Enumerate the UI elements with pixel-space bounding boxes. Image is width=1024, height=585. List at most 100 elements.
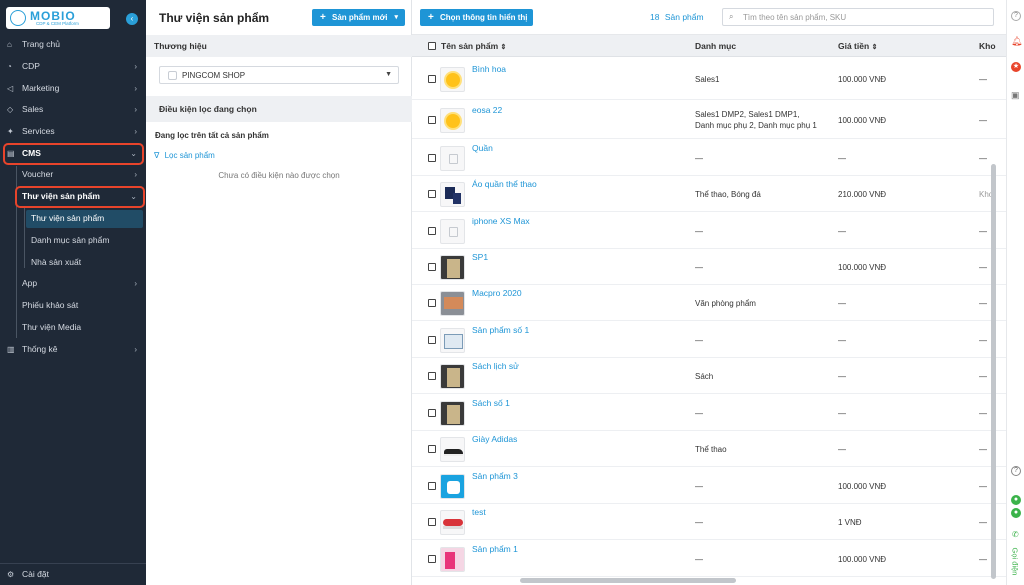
row-checkbox[interactable] — [428, 372, 436, 380]
product-name-link[interactable]: Sản phẩm 3 — [472, 471, 518, 481]
sidebar-item-label: Voucher — [22, 169, 54, 179]
product-price: — — [838, 445, 846, 454]
sort-icon: ⇕ — [871, 44, 878, 51]
product-category: — — [695, 408, 703, 418]
choose-display-info-button[interactable]: + Chọn thông tin hiển thị — [420, 9, 533, 26]
gift-icon[interactable]: ▣ — [1011, 90, 1020, 101]
row-checkbox[interactable] — [428, 408, 436, 417]
row-checkbox[interactable] — [428, 299, 436, 307]
product-name-link[interactable]: Giày Adidas — [472, 434, 517, 444]
sidebar-item-sales[interactable]: ◇ Sales › — [0, 99, 146, 120]
sidebar-item-thu-vien-media[interactable]: Thư viện Media — [0, 317, 146, 338]
sidebar-item-thu-vien-san-pham[interactable]: Thư viện sản phẩm ⌄ — [0, 186, 146, 207]
table-row[interactable]: Áo quần thể thao Thể thao, Bóng đá 210.000… — [412, 176, 1006, 212]
sidebar-item-danh-muc-san-pham[interactable]: Danh mục sản phẩm — [0, 230, 146, 251]
product-name-link[interactable]: Sách lịch sử — [472, 361, 519, 371]
product-category: — — [695, 335, 703, 345]
sidebar-item-stats[interactable]: ▥ Thống kê › — [0, 339, 146, 360]
chevron-right-icon: › — [134, 105, 137, 114]
table-row[interactable]: Sản phẩm 3 — 100.000 VNĐ — — [412, 467, 1006, 504]
product-thumbnail — [440, 510, 465, 535]
table-row[interactable]: Sản phẩm 1 — 100.000 VNĐ — — [412, 540, 1006, 577]
message-icon[interactable]: ● — [1011, 508, 1021, 518]
product-name-link[interactable]: Quần — [472, 143, 493, 153]
sidebar-item-cdp[interactable]: ◔ CDP › — [0, 56, 146, 77]
row-checkbox[interactable] — [428, 518, 436, 526]
product-name-link[interactable]: SP1 — [472, 252, 488, 262]
tag-icon: ◇ — [7, 105, 14, 114]
product-name-link[interactable]: test — [472, 507, 486, 517]
empty-conditions-text: Chưa có điều kiện nào được chọn — [218, 171, 340, 180]
sidebar-item-settings[interactable]: ⚙ Cài đặt — [0, 564, 146, 585]
product-count-number: 18 — [650, 12, 660, 22]
sidebar-item-voucher[interactable]: Voucher › — [0, 164, 146, 185]
horizontal-scrollbar[interactable] — [520, 578, 736, 583]
star-icon[interactable]: ★ — [1011, 62, 1021, 72]
table-row[interactable]: eosa 22 Sales1 DMP2, Sales1 DMP1, Danh mụ… — [412, 100, 1006, 139]
product-name-link[interactable]: iphone XS Max — [472, 216, 530, 226]
product-thumbnail — [440, 364, 465, 389]
table-row[interactable]: Bình hoa Sales1 100.000 VNĐ — — [412, 57, 1006, 100]
table-row[interactable]: test — 1 VNĐ — — [412, 504, 1006, 540]
product-name-link[interactable]: Sản phẩm số 1 — [472, 325, 529, 335]
product-name-link[interactable]: Sách số 1 — [472, 398, 510, 408]
row-checkbox[interactable] — [428, 74, 436, 83]
table-row[interactable]: Quần — — — — [412, 139, 1006, 176]
caret-down-icon: ▼ — [385, 71, 392, 78]
sidebar-item-app[interactable]: App › — [0, 273, 146, 294]
product-category: — — [695, 481, 703, 491]
chat-icon[interactable]: ● — [1011, 495, 1021, 505]
plus-icon: + — [320, 12, 326, 23]
row-checkbox[interactable] — [428, 190, 436, 198]
table-row[interactable]: Sách số 1 — — — — [412, 394, 1006, 431]
table-row[interactable]: Giày Adidas Thể thao — — — [412, 431, 1006, 467]
row-checkbox[interactable] — [428, 226, 436, 235]
brand-heading: Thương hiệu — [154, 41, 207, 51]
row-checkbox[interactable] — [428, 115, 436, 124]
table-row[interactable]: Sách lịch sử Sách — — — [412, 358, 1006, 394]
product-thumbnail — [440, 145, 465, 171]
row-checkbox[interactable] — [428, 481, 436, 490]
search-input[interactable]: ⌕ Tìm theo tên sản phẩm, SKU — [722, 8, 994, 26]
brand-select[interactable]: PINGCOM SHOP ▼ — [159, 66, 399, 84]
collapse-sidebar-button[interactable]: ‹ — [126, 13, 138, 25]
select-all-checkbox[interactable] — [428, 42, 436, 50]
row-checkbox[interactable] — [428, 445, 436, 453]
sidebar-item-label: Services — [22, 126, 55, 136]
table-row[interactable]: Macpro 2020 Văn phòng phẩm — — — [412, 285, 1006, 321]
bell-icon[interactable]: 🔔︎ — [1011, 36, 1022, 47]
sidebar-item-phieu-khao-sat[interactable]: Phiếu khảo sát — [0, 295, 146, 316]
product-category: Sales1 DMP2, Sales1 DMP1, Danh mục phụ 2… — [695, 109, 817, 130]
mobio-logo[interactable]: MOBIO CDP & CEM Platform — [6, 7, 110, 29]
sidebar-item-nha-san-xuat[interactable]: Nhà sản xuất — [0, 252, 146, 273]
filter-products-link[interactable]: ∇ Lọc sản phẩm — [154, 151, 215, 160]
sidebar-bottom: ⚙ Cài đặt — [0, 563, 146, 585]
table-row[interactable]: Sản phẩm số 1 — — — — [412, 321, 1006, 358]
call-button[interactable]: ✆ Gọi điện — [1009, 530, 1023, 585]
chevron-right-icon: › — [134, 170, 137, 179]
product-name-link[interactable]: Bình hoa — [472, 64, 506, 74]
table-row[interactable]: SP1 — 100.000 VNĐ — — [412, 249, 1006, 285]
sidebar-item-label: Thống kê — [22, 344, 58, 354]
question-icon[interactable]: ? — [1011, 466, 1021, 476]
row-checkbox[interactable] — [428, 263, 436, 271]
row-checkbox[interactable] — [428, 153, 436, 162]
row-checkbox[interactable] — [428, 554, 436, 563]
sidebar-item-thu-vien-san-pham-active[interactable]: Thư viện sản phẩm — [0, 208, 146, 229]
product-name-link[interactable]: Áo quần thể thao — [472, 179, 537, 189]
column-header-price[interactable]: Giá tiền ⇕ — [838, 41, 877, 51]
column-header-name[interactable]: Tên sản phẩm ⇕ — [441, 41, 506, 51]
help-icon[interactable]: ? — [1011, 11, 1021, 21]
sidebar-item-services[interactable]: ✦ Services › — [0, 121, 146, 142]
table-row[interactable]: iphone XS Max — — — — [412, 212, 1006, 249]
vertical-scrollbar[interactable] — [991, 164, 996, 579]
product-name-link[interactable]: Sản phẩm 1 — [472, 544, 518, 554]
sidebar-item-marketing[interactable]: ◁ Marketing › — [0, 78, 146, 99]
row-checkbox[interactable] — [428, 335, 436, 344]
product-name-link[interactable]: Macpro 2020 — [472, 288, 522, 298]
product-category: Sách — [695, 372, 714, 381]
new-product-button[interactable]: + Sản phẩm mới ▾ — [312, 9, 405, 26]
product-name-link[interactable]: eosa 22 — [472, 105, 502, 115]
product-thumbnail — [440, 473, 465, 499]
sidebar-item-trang-chu[interactable]: ⌂ Trang chủ — [0, 34, 146, 55]
